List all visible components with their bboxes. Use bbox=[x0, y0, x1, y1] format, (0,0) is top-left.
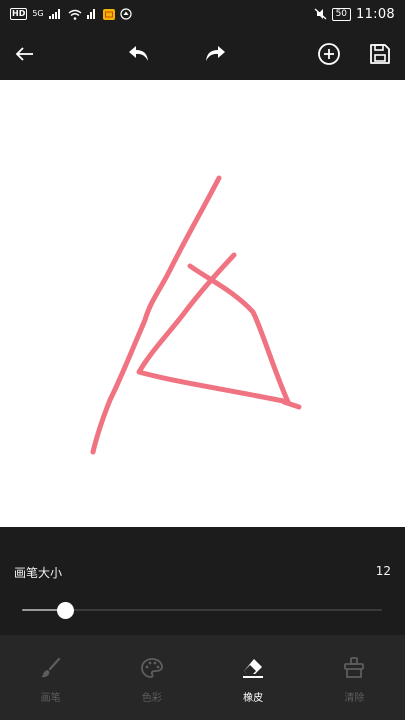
tab-color-label: 色彩 bbox=[141, 693, 162, 704]
add-circle-icon bbox=[318, 43, 340, 65]
brush-stroke-triangle bbox=[136, 252, 291, 405]
undo-button[interactable] bbox=[125, 40, 153, 68]
tab-eraser-label: 橡皮 bbox=[243, 693, 264, 704]
hd-badge: HD bbox=[10, 8, 28, 20]
brush-size-value: 12 bbox=[375, 564, 391, 578]
tab-brush[interactable]: 画笔 bbox=[0, 635, 101, 720]
signal-icon bbox=[48, 9, 60, 19]
save-icon bbox=[370, 44, 390, 64]
tab-eraser[interactable]: 橡皮 bbox=[203, 635, 304, 720]
status-bar: HD 5G 50 11:08 bbox=[0, 0, 405, 28]
data-signal-icon bbox=[86, 9, 95, 19]
wifi-icon bbox=[68, 9, 82, 20]
redo-button[interactable] bbox=[201, 40, 229, 68]
brush-stroke-tail bbox=[281, 399, 302, 410]
drawing-canvas[interactable] bbox=[0, 80, 405, 527]
clear-icon bbox=[342, 656, 366, 680]
status-time: 11:08 bbox=[356, 6, 395, 22]
bottom-tab-bar: 画笔 色彩 橡皮 清除 bbox=[0, 635, 405, 720]
eraser-icon bbox=[241, 656, 265, 680]
palette-icon bbox=[140, 656, 164, 680]
tab-clear-label: 清除 bbox=[344, 693, 365, 704]
brush-icon bbox=[39, 656, 63, 680]
battery-indicator: 50 bbox=[331, 7, 352, 21]
brush-stroke-long bbox=[90, 175, 222, 455]
brush-size-slider-thumb[interactable] bbox=[57, 602, 75, 619]
undo-icon bbox=[129, 46, 148, 61]
redo-icon bbox=[206, 46, 225, 61]
network-gen-label: 5G bbox=[32, 9, 44, 18]
status-left: HD 5G bbox=[10, 8, 132, 20]
back-arrow-icon bbox=[15, 47, 33, 61]
mute-icon bbox=[314, 8, 327, 20]
back-button[interactable] bbox=[11, 40, 39, 68]
app-status-icon bbox=[120, 8, 132, 20]
brush-size-slider-track[interactable] bbox=[22, 609, 382, 611]
tab-color[interactable]: 色彩 bbox=[101, 635, 202, 720]
tab-clear[interactable]: 清除 bbox=[304, 635, 405, 720]
notification-app-icon bbox=[102, 8, 115, 20]
save-button[interactable] bbox=[366, 40, 394, 68]
top-toolbar bbox=[0, 28, 405, 80]
tab-brush-label: 画笔 bbox=[40, 693, 61, 704]
canvas-drawing bbox=[90, 175, 302, 455]
brush-size-label: 画笔大小 bbox=[14, 566, 63, 580]
status-right: 50 11:08 bbox=[314, 7, 395, 22]
brush-size-panel: 画笔大小 12 bbox=[0, 527, 405, 635]
add-button[interactable] bbox=[315, 40, 343, 68]
